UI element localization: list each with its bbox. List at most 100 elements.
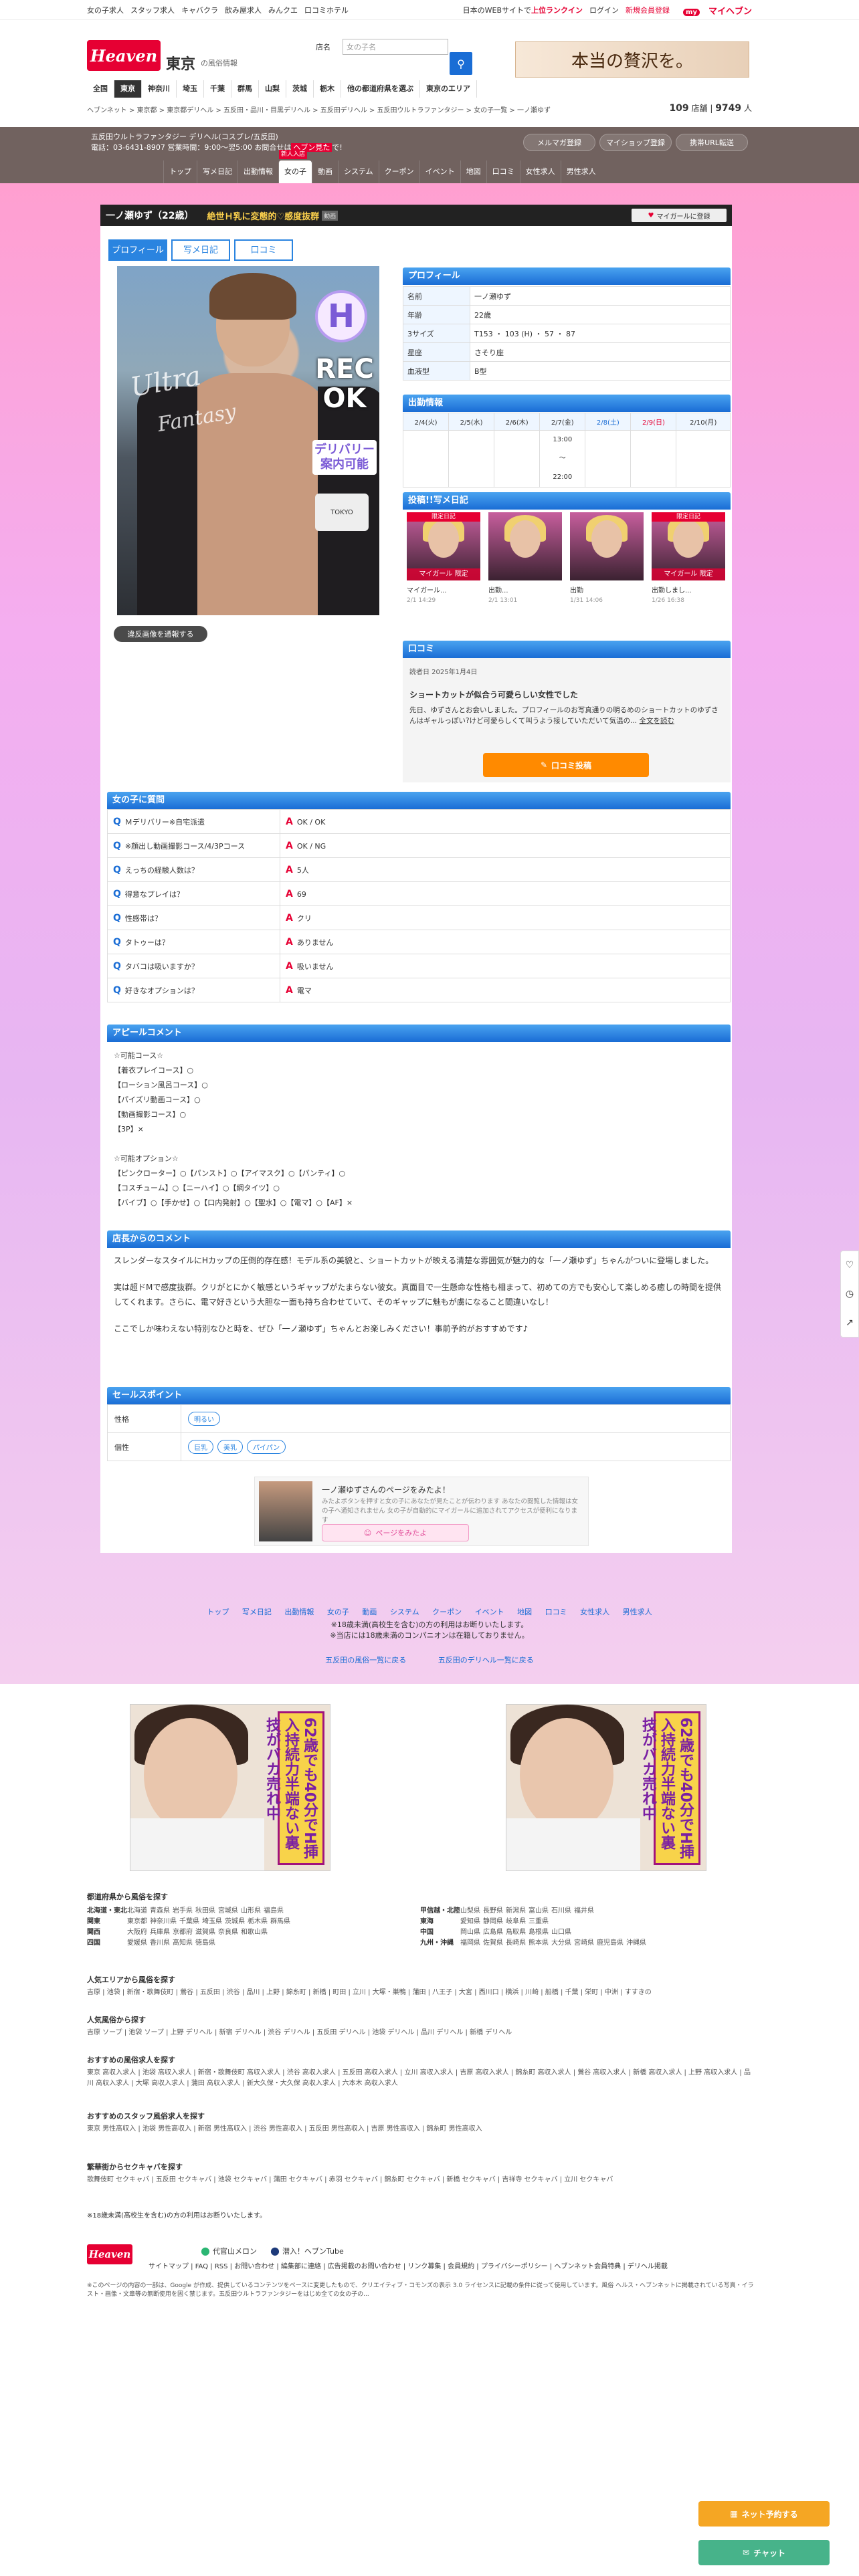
diary-item[interactable]: 出勤... 2/1 13:01 bbox=[488, 512, 562, 619]
shop-nav-item-active[interactable]: 新人入店 女の子 bbox=[278, 150, 312, 183]
bottom-nav-item[interactable]: 地図 bbox=[517, 1608, 532, 1616]
shop-nav-item[interactable]: 男性求人 bbox=[560, 160, 601, 183]
shop-nav-item[interactable]: トップ bbox=[163, 160, 197, 183]
ad-banner[interactable]: 62歳でも40分でH挿入持続力半端ない裏技がバカ売れ中 bbox=[130, 1704, 330, 1871]
mygirl-button[interactable]: ♥ マイガールに登録 bbox=[632, 209, 727, 222]
top-link[interactable]: 口コミホテル bbox=[304, 5, 349, 15]
bottom-nav-item[interactable]: 男性求人 bbox=[623, 1608, 652, 1616]
area-nav-item[interactable]: 千葉 bbox=[204, 80, 231, 98]
site-logo[interactable]: Heaven bbox=[87, 40, 161, 71]
bottom-nav-item[interactable]: クーポン bbox=[432, 1608, 462, 1616]
link-section-links[interactable]: 歌舞伎町 セクキャバ | 五反田 セクキャバ | 池袋 セクキャバ | 蒲田 セ… bbox=[87, 2175, 756, 2185]
area-nav-item[interactable]: 全国 bbox=[87, 80, 114, 98]
mailmag-button[interactable]: メルマガ登録 bbox=[523, 134, 595, 151]
bottom-nav-item[interactable]: 女性求人 bbox=[580, 1608, 609, 1616]
sales-chip[interactable]: 巨乳 bbox=[188, 1440, 213, 1454]
mygirl-limited-label: マイガール 限定 bbox=[407, 568, 480, 580]
area-nav-item[interactable]: 群馬 bbox=[231, 80, 259, 98]
read-more-link[interactable]: 全文を読む bbox=[639, 717, 674, 725]
footer-logo[interactable]: Heaven bbox=[87, 2244, 132, 2264]
diary-date: 2/1 14:29 bbox=[407, 597, 436, 604]
report-image-button[interactable]: 違反画像を通報する bbox=[114, 626, 207, 642]
top-banner[interactable]: 本当の贅沢を。 bbox=[515, 41, 749, 78]
schedule-day: 2/7(金) bbox=[539, 413, 586, 431]
app-link[interactable]: 代官山メロン bbox=[213, 2246, 257, 2256]
tab-review[interactable]: 口コミ bbox=[234, 239, 293, 261]
diary-item[interactable]: 限定日記 マイガール 限定 出勤しまし... 1/26 16:38 bbox=[652, 512, 725, 619]
shop-comment: スレンダーなスタイルにHカップの圧倒的存在感！モデル系の美貌と、ショートカットが… bbox=[114, 1253, 723, 1348]
shop-nav-item[interactable]: システム bbox=[338, 160, 379, 183]
shop-nav-item[interactable]: 写メ日記 bbox=[197, 160, 237, 183]
shop-nav-item[interactable]: イベント bbox=[419, 160, 460, 183]
shop-nav-item[interactable]: クーポン bbox=[378, 160, 419, 183]
qa-answer: A OK / OK bbox=[280, 809, 731, 834]
footer-links[interactable]: サイトマップ | FAQ | RSS | お問い合わせ | 編集部に連絡 | 広… bbox=[149, 2260, 668, 2270]
area-nav-item[interactable]: 茨城 bbox=[286, 80, 314, 98]
sales-chip[interactable]: 明るい bbox=[188, 1412, 220, 1426]
top-link[interactable]: 女の子求人 bbox=[87, 5, 124, 15]
shop-nav-item[interactable]: 女性求人 bbox=[519, 160, 561, 183]
review-title[interactable]: ショートカットが似合う可愛らしい女性でした bbox=[409, 689, 578, 700]
top-link[interactable]: キャバクラ bbox=[181, 5, 218, 15]
area-nav-item[interactable]: 埼玉 bbox=[177, 80, 204, 98]
link-section-links[interactable]: 吉原 | 池袋 | 新宿・歌舞伎町 | 鶯谷 | 五反田 | 渋谷 | 品川 |… bbox=[87, 1988, 756, 1998]
post-review-button[interactable]: ✎ 口コミ投稿 bbox=[483, 753, 649, 777]
sales-chips: 明るい bbox=[181, 1404, 731, 1433]
bottom-nav-item[interactable]: トップ bbox=[207, 1608, 229, 1616]
bottom-nav-item[interactable]: 出勤情報 bbox=[284, 1608, 314, 1616]
area-nav-item[interactable]: 栃木 bbox=[314, 80, 341, 98]
shop-nav-item[interactable]: 動画 bbox=[312, 160, 338, 183]
myshop-button[interactable]: マイショップ登録 bbox=[599, 134, 672, 151]
schedule-day: 2/9(日) bbox=[630, 413, 677, 431]
bottom-nav-item[interactable]: イベント bbox=[475, 1608, 504, 1616]
ad-banner[interactable]: 62歳でも40分でH挿入持続力半端ない裏技がバカ売れ中 bbox=[506, 1704, 706, 1871]
login-link[interactable]: ログイン bbox=[589, 5, 619, 15]
schedule-time[interactable]: 13:00 〜 22:00 bbox=[539, 430, 586, 488]
diary-item[interactable]: 限定日記 マイガール 限定 マイガール... 2/1 14:29 bbox=[407, 512, 480, 619]
myheaven-link[interactable]: my マイヘブン bbox=[676, 4, 752, 17]
sales-chip[interactable]: 美乳 bbox=[217, 1440, 243, 1454]
shop-name[interactable]: 五反田ウルトラファンタジー デリヘル(コスプレ/五反田) bbox=[91, 131, 278, 142]
mitayo-button[interactable]: ☺ ページをみたよ bbox=[322, 1524, 469, 1541]
tab-profile[interactable]: プロフィール bbox=[108, 239, 167, 261]
area-nav-item[interactable]: 東京 bbox=[114, 80, 142, 98]
new-badge: 新人入店 bbox=[279, 150, 308, 159]
bottom-nav-item[interactable]: 口コミ bbox=[545, 1608, 567, 1616]
area-nav-item[interactable]: 神奈川 bbox=[142, 80, 177, 98]
history-icon[interactable]: ◷ bbox=[846, 1289, 854, 1299]
top-link[interactable]: みんクエ bbox=[268, 5, 298, 15]
top-link[interactable]: スタッフ求人 bbox=[130, 5, 175, 15]
bottom-nav-item[interactable]: 動画 bbox=[362, 1608, 377, 1616]
shop-nav-item[interactable]: 出勤情報 bbox=[237, 160, 278, 183]
app-link[interactable]: 潜入！ヘブンTube bbox=[282, 2246, 344, 2256]
heart-icon[interactable]: ♡ bbox=[846, 1260, 854, 1271]
search-input[interactable]: 女の子名 bbox=[343, 39, 448, 55]
register-link[interactable]: 新規会員登録 bbox=[626, 5, 670, 15]
link-section-links[interactable]: 吉原 ソープ | 池袋 ソープ | 上野 デリヘル | 新宿 デリヘル | 渋谷… bbox=[87, 2028, 756, 2038]
share-icon[interactable]: ↗ bbox=[846, 1317, 854, 1328]
shop-nav-item[interactable]: 口コミ bbox=[486, 160, 520, 183]
tab-diary[interactable]: 写メ日記 bbox=[171, 239, 230, 261]
mobile-url-button[interactable]: 携帯URL転送 bbox=[676, 134, 748, 151]
area-nav-item[interactable]: 山梨 bbox=[259, 80, 286, 98]
search-button[interactable]: ⚲ bbox=[450, 52, 472, 75]
sales-chip[interactable]: パイパン bbox=[247, 1440, 286, 1454]
breadcrumb[interactable]: ヘブンネット > 東京都 > 東京都デリヘル > 五反田・品川・目黒デリヘル >… bbox=[87, 104, 551, 114]
back-link[interactable]: 五反田のデリヘル一覧に戻る bbox=[438, 1656, 534, 1665]
bottom-nav-item[interactable]: 写メ日記 bbox=[242, 1608, 272, 1616]
top-link[interactable]: 飲み屋求人 bbox=[225, 5, 262, 15]
qa-question: Q 好きなオプションは？ bbox=[107, 978, 280, 1002]
link-section-links[interactable]: 東京 男性高収入 | 池袋 男性高収入 | 新宿 男性高収入 | 渋谷 男性高収… bbox=[87, 2124, 756, 2135]
diary-thumbnail: 限定日記 マイガール 限定 bbox=[407, 512, 480, 580]
girl-main-photo[interactable]: H REC OK Ultra Fantasy デリバリー案内可能 TOKYO bbox=[117, 266, 379, 615]
area-nav-item[interactable]: 東京のエリア bbox=[420, 80, 477, 98]
shop-nav-item[interactable]: 地図 bbox=[460, 160, 486, 183]
net-reserve-button[interactable]: ▦ ネット予約する bbox=[698, 2501, 830, 2527]
back-link[interactable]: 五反田の風俗一覧に戻る bbox=[325, 1656, 406, 1665]
diary-item[interactable]: 出勤 1/31 14:06 bbox=[570, 512, 644, 619]
chat-button[interactable]: ✉ チャット bbox=[698, 2540, 830, 2565]
bottom-nav-item[interactable]: 女の子 bbox=[327, 1608, 349, 1616]
link-section-links[interactable]: 東京 高収入求人 | 池袋 高収入求人 | 新宿・歌舞伎町 高収入求人 | 渋谷… bbox=[87, 2068, 756, 2089]
area-nav-item[interactable]: 他の都道府県を選ぶ bbox=[341, 80, 420, 98]
bottom-nav-item[interactable]: システム bbox=[390, 1608, 419, 1616]
